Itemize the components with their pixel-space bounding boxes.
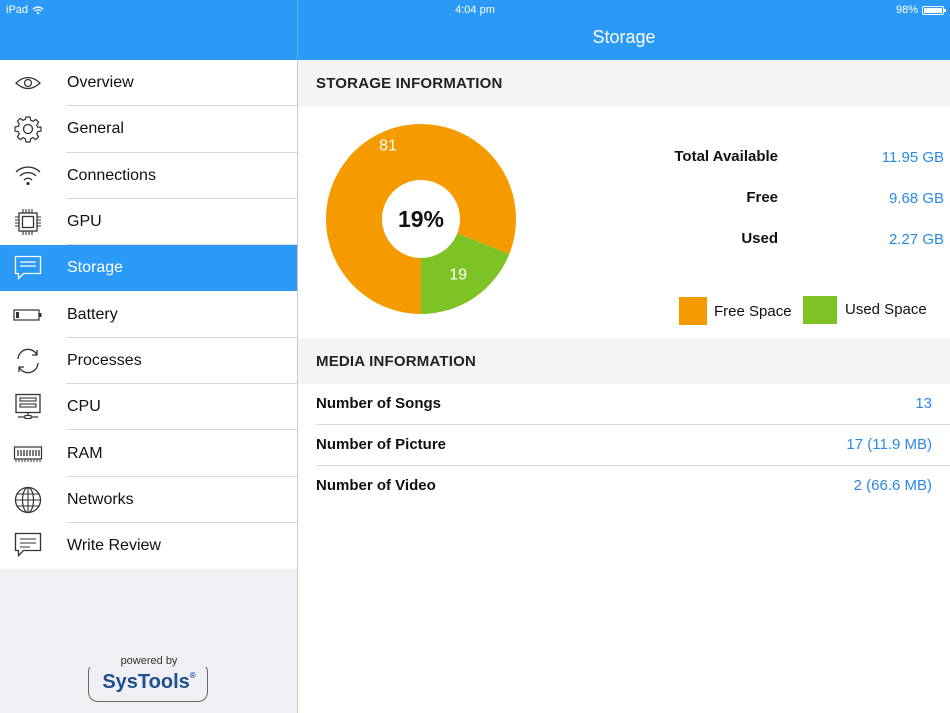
media-row-label: Number of Picture [316, 436, 447, 453]
sidebar-item-write-review[interactable]: Write Review [0, 523, 297, 569]
sidebar-item-cpu[interactable]: CPU [0, 384, 297, 431]
used-label: Used [741, 230, 778, 247]
legend-used-label: Used Space [845, 301, 927, 318]
pie-slice-label: 19 [449, 267, 467, 284]
media-section-header: MEDIA INFORMATION [298, 338, 950, 384]
top-bar: iPad 4:04 pm 98% Storage [0, 0, 950, 60]
sidebar-item-label: Battery [67, 305, 118, 323]
pie-slice-label: 81 [379, 138, 397, 155]
legend-free-swatch [679, 297, 707, 325]
status-bar-right: 98% [895, 4, 946, 16]
sidebar-item-label: Write Review [67, 537, 161, 555]
media-row-label: Number of Songs [316, 395, 442, 412]
status-time: 4:04 pm [455, 4, 495, 16]
storage-section-header: STORAGE INFORMATION [298, 60, 950, 106]
media-row-pictures: Number of Picture 17 (11.9 MB) [316, 425, 950, 466]
total-available-label: Total Available [674, 148, 778, 165]
sidebar: Overview General Connections GPU Storage… [0, 60, 297, 713]
free-value: 9.68 GB [888, 190, 944, 207]
globe-icon [13, 486, 43, 514]
media-row-videos: Number of Video 2 (66.6 MB) [316, 466, 932, 507]
legend-used-swatch [803, 296, 837, 324]
sidebar-item-label: Networks [67, 490, 134, 508]
storage-section-title: STORAGE INFORMATION [316, 75, 503, 92]
sidebar-item-gpu[interactable]: GPU [0, 199, 297, 246]
main-content: STORAGE INFORMATION 81 19 19% Total Availa… [298, 60, 950, 713]
sidebar-item-processes[interactable]: Processes [0, 338, 297, 385]
media-row-value: 2 (66.6 MB) [853, 477, 932, 494]
storage-donut-chart: 81 19 19% [326, 124, 516, 314]
sidebar-item-general[interactable]: General [0, 106, 297, 153]
battery-percent: 98% [895, 4, 918, 16]
sidebar-item-label: RAM [67, 444, 103, 462]
sidebar-menu: Overview General Connections GPU Storage… [0, 60, 297, 570]
used-value: 2.27 GB [888, 231, 944, 248]
total-available-value: 11.95 GB [881, 149, 944, 166]
media-row-songs: Number of Songs 13 [316, 384, 950, 425]
sidebar-item-networks[interactable]: Networks [0, 477, 297, 523]
sidebar-item-label: CPU [67, 398, 101, 416]
ram-icon [13, 440, 43, 468]
sidebar-item-battery[interactable]: Battery [0, 291, 297, 338]
media-row-value: 17 (11.9 MB) [846, 436, 932, 453]
eye-icon [13, 69, 43, 97]
media-row-value: 13 [915, 395, 932, 412]
cpu-icon [13, 393, 43, 421]
sidebar-item-label: GPU [67, 213, 102, 231]
battery-icon [13, 301, 43, 329]
logo-name: SysTools® [102, 671, 196, 693]
legend-free-label: Free Space [714, 303, 792, 320]
chip-icon [13, 208, 43, 236]
battery-status-icon [922, 5, 946, 15]
sidebar-item-label: Overview [67, 74, 134, 92]
media-row-label: Number of Video [316, 477, 436, 494]
donut-center-label: 19% [398, 206, 444, 232]
comment-icon [13, 532, 43, 560]
gear-icon [13, 115, 43, 144]
sidebar-item-label: Storage [67, 259, 124, 277]
sidebar-item-ram[interactable]: RAM [0, 430, 297, 477]
sidebar-item-label: General [67, 120, 124, 138]
page-title: Storage [592, 27, 656, 47]
sidebar-item-connections[interactable]: Connections [0, 153, 297, 199]
chat-bubble-icon [13, 254, 43, 282]
logo-powered-by: powered by [88, 655, 210, 667]
systools-logo: powered by SysTools® [88, 655, 210, 704]
wifi-icon [13, 162, 43, 190]
sidebar-item-label: Processes [67, 351, 142, 369]
media-section-title: MEDIA INFORMATION [316, 353, 477, 370]
sidebar-item-label: Connections [67, 166, 156, 184]
sidebar-item-overview[interactable]: Overview [0, 60, 297, 107]
free-label: Free [746, 189, 778, 206]
refresh-icon [13, 347, 43, 375]
sidebar-item-storage[interactable]: Storage [0, 245, 297, 292]
